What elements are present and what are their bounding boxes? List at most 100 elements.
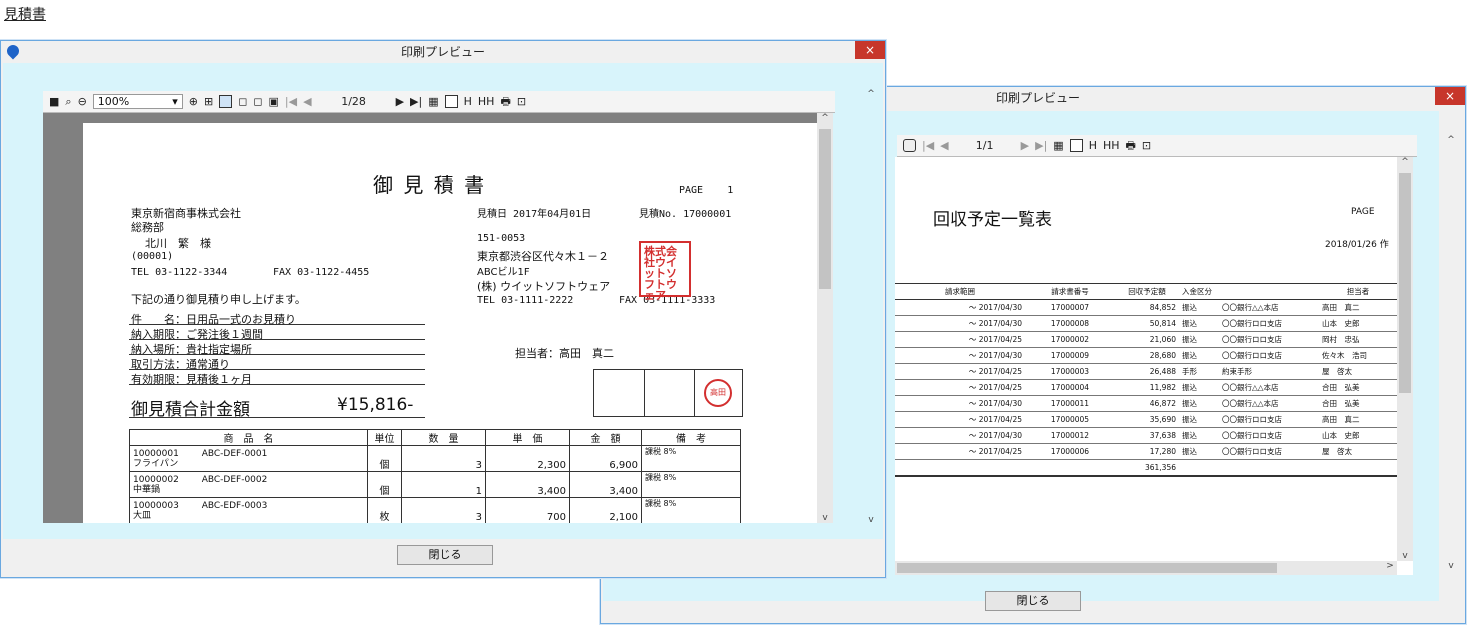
zoom-value: 100% [97,95,130,108]
window-1-vertical-scrollbar[interactable]: ^ v [817,113,833,523]
page-view-icon[interactable] [903,139,916,152]
window-1-title: 印刷プレビュー [400,45,485,59]
single-page-icon[interactable] [1069,139,1083,152]
export-icon[interactable]: ⊡ [517,95,526,109]
estimate-paper: 御 見 積 書 PAGE 1 東京新宿商事株式会社 総務部 北川 繁 様 (00… [83,123,819,523]
scroll-down-icon[interactable]: v [1397,551,1413,561]
app-icon [4,42,22,60]
window-2-report-viewer[interactable]: 回収予定一覧表 PAGE 2018/01/26 作 請求範囲 請求書番号 回収予… [895,157,1413,575]
fit-height-icon[interactable]: H [464,95,472,109]
col-amount: 金 額 [569,429,642,446]
window-2-horizontal-scrollbar[interactable]: > [895,561,1397,575]
condition-underline [129,354,425,355]
export-icon[interactable]: ⊡ [1142,139,1151,153]
window-2-close-icon[interactable]: × [1435,87,1465,105]
full-page-icon[interactable]: ▣ [269,95,279,109]
fit-page-icon[interactable] [219,95,233,108]
single-page-icon[interactable] [444,95,458,108]
scroll-thumb[interactable] [1399,173,1411,393]
items-table-header: 商 品 名 単位 数 量 単 価 金 額 備 考 [129,429,741,446]
last-page-icon[interactable]: ▶| [410,95,422,109]
condition-underline [129,384,425,385]
report-date: 2018/01/26 作 [1325,240,1389,250]
approval-box-divider [644,370,645,416]
zoom-out-icon[interactable]: ⊖ [78,95,87,109]
table-row: ～ 2017/04/30 17000008 50,814 振込 〇〇銀行ロロ支店 山本 史… [895,315,1397,332]
collection-table: 請求範囲 請求書番号 回収予定額 入金区分 担当者 ～ 2017/04/30 17… [895,283,1397,477]
page-height-icon[interactable]: ◻ [253,95,262,109]
save-icon[interactable]: ■ [49,95,59,109]
col-price: 単 価 [485,429,570,446]
table-row: ～ 2017/04/25 17000003 26,488 手形 約束手形屋 啓太 [895,363,1397,380]
total-row: 361,356 [895,459,1397,477]
representative: 担当者：高田 真二 [515,347,614,360]
window-1-titlebar[interactable]: 印刷プレビュー [1,41,885,63]
scroll-up-icon[interactable]: ^ [1397,157,1413,167]
print-icon[interactable]: 🖶 [1126,139,1136,153]
page-width-icon[interactable]: ◻ [238,95,247,109]
table-row: ～ 2017/04/30 17000009 28,680 振込 〇〇銀行ロロ支店 佐々木 … [895,347,1397,364]
zoom-select[interactable]: 100% ▾ [92,94,183,109]
customer-person: 北川 繁 様 [145,237,211,250]
table-row: ～ 2017/04/30 17000012 37,638 振込 〇〇銀行ロロ支店 山本 史… [895,427,1397,444]
window-2-close-button[interactable]: 閉じる [985,591,1081,611]
window-2-outer-scroll-down-icon[interactable]: v [1441,561,1461,571]
find-icon[interactable]: ⌕ [65,95,71,109]
sender-company: (株) ウイットソフトウェア [477,280,611,293]
col-unit: 単位 [367,429,402,446]
goto-page-icon[interactable]: ▦ [1053,139,1063,153]
customer-code: (00001) [131,251,174,262]
zoom-in-icon[interactable]: ⊕ [189,95,198,109]
page-indicator[interactable]: 1/28 [318,95,390,109]
customer-tel: TEL 03-1122-3344 [131,267,228,278]
scroll-thumb[interactable] [819,129,831,289]
table-row: ～ 2017/04/25 17000005 35,690 振込 〇〇銀行ロロ支店 高田 真… [895,411,1397,428]
first-page-icon[interactable]: |◀ [922,139,934,153]
chevron-down-icon: ▾ [172,95,178,108]
collection-report-paper: 回収予定一覧表 PAGE 2018/01/26 作 請求範囲 請求書番号 回収予… [895,171,1397,559]
seal-stamp: 高田 [704,379,732,407]
prev-page-icon[interactable]: ◀ [303,95,311,109]
col-range: 請求範囲 [895,283,1025,300]
condition-underline [129,339,425,340]
zoom-fit-icon[interactable]: ⊞ [204,95,213,109]
window-1-close-button[interactable]: 閉じる [397,545,493,565]
estimate-title: 御 見 積 書 [373,173,487,197]
scroll-down-icon[interactable]: v [817,513,833,523]
items-table: 商 品 名 単位 数 量 単 価 金 額 備 考 10000001 ABC-DE… [129,429,741,523]
window-1-toolbar: ■ ⌕ ⊖ 100% ▾ ⊕ ⊞ ◻ ◻ ▣ |◀ ◀ 1/28 ▶ ▶| ▦ H… [43,91,835,113]
last-page-icon[interactable]: ▶| [1035,139,1047,153]
goto-page-icon[interactable]: ▦ [428,95,438,109]
scroll-up-icon[interactable]: ^ [817,113,833,123]
next-page-icon[interactable]: ▶ [1021,139,1029,153]
print-icon[interactable]: 🖶 [500,95,510,109]
col-kind: 入金区分 [1179,283,1219,300]
window-1-outer-scroll-down-icon[interactable]: v [861,515,881,525]
items-rows: 10000001 ABC-DEF-0001 フライパン 個 3 2,300 6,9… [129,445,741,523]
window-1-outer-scroll-up-icon[interactable]: ^ [861,89,881,99]
collection-table-header: 請求範囲 請求書番号 回収予定額 入金区分 担当者 [895,283,1397,300]
window-2-outer-scroll-up-icon[interactable]: ^ [1441,135,1461,145]
multi-page-icon[interactable]: HH [478,95,495,109]
page-indicator[interactable]: 1/1 [955,139,1015,153]
h-scroll-thumb[interactable] [897,563,1277,573]
window-2-toolbar: |◀ ◀ 1/1 ▶ ▶| ▦ H HH 🖶 ⊡ [897,135,1417,157]
customer-dept: 総務部 [131,221,164,234]
window-1-report-viewer[interactable]: 御 見 積 書 PAGE 1 東京新宿商事株式会社 総務部 北川 繁 様 (00… [43,113,833,523]
scroll-right-icon[interactable]: > [1383,561,1397,571]
fit-height-icon[interactable]: H [1089,139,1097,153]
prev-page-icon[interactable]: ◀ [940,139,948,153]
first-page-icon[interactable]: |◀ [285,95,297,109]
multi-page-icon[interactable]: HH [1103,139,1120,153]
col-note: 備 考 [641,429,741,446]
next-page-icon[interactable]: ▶ [396,95,404,109]
estimate-no: 見積No. 17000001 [639,209,732,220]
col-rep: 担当者 [1319,283,1397,300]
window-1-close-icon[interactable]: × [855,41,885,59]
col-amount: 回収予定額 [1115,283,1179,300]
page-heading: 見積書 [4,7,46,23]
window-2-title: 印刷プレビュー [996,91,1081,105]
collection-rows: ～ 2017/04/30 17000007 84,852 振込 〇〇銀行△△本店 高田 真… [895,299,1397,477]
condition-underline [129,369,425,370]
window-2-vertical-scrollbar[interactable]: ^ v [1397,157,1413,561]
